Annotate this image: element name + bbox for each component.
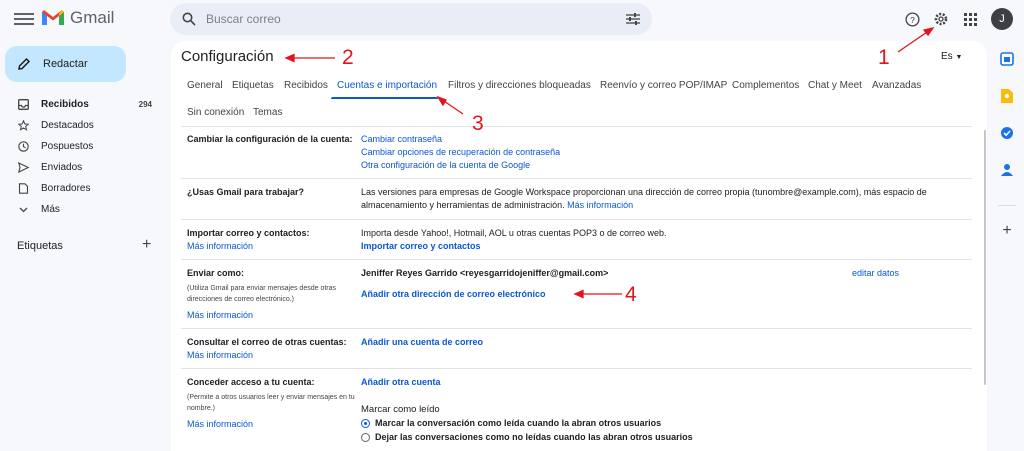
annotation-number: 3	[472, 112, 484, 135]
annotation-number: 2	[342, 46, 354, 69]
annotation-number: 1	[878, 46, 890, 69]
annotation-arrows	[284, 26, 935, 299]
annotation-number: 4	[625, 283, 637, 306]
